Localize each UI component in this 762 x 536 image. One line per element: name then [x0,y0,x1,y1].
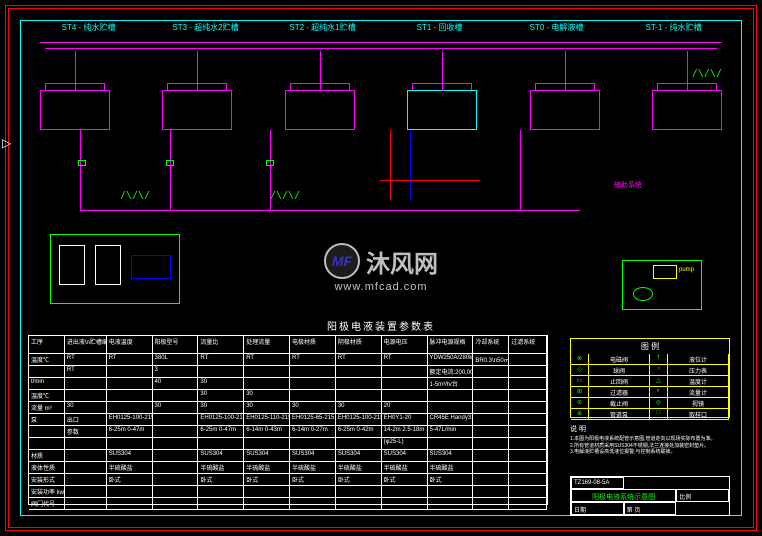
table-row: 泵出口EH0125-100-215EH0125-100-215EH0125-11… [29,414,547,426]
table-row: 阀门代号 [29,498,547,510]
legend-grid: ⊗电磁阀†液位计 ◇球阀○压力表 ▭止回阀△温度计 ⊞过滤器◐流量计 ⊘截止阀◎视镜 ⊕管… [571,354,729,420]
pump-body [653,265,677,279]
table-row: RT3额定电流:200,000mA/h [29,366,547,378]
pipe-v4 [390,130,391,200]
notes-title: 说 明 [570,425,730,434]
note-3: 3.电解液贮槽设高低液位报警,与控制系统联锁。 [570,449,730,456]
legend-label: 压力表 [668,365,729,376]
tb-sheet: 第 页 [624,502,677,515]
drawing-no: TZ169-08-5A [571,477,624,489]
table-row: 流量 m³30303030303020 [29,402,547,414]
table-row: 温度℃RTRT380LRTRTRTRTRTYDW250A/280kWBR0.3\… [29,354,547,366]
legend-symbol-icon: † [650,354,668,365]
table-title: 阳极电液装置参数表 [0,318,762,333]
break-line-1: /\/\/ [692,68,722,79]
legend-label: 视镜 [668,398,729,409]
legend-label: 球阀 [589,365,650,376]
table-row: 温度℃3030 [29,390,547,402]
legend-symbol-icon: ⊘ [571,398,589,409]
break-line-2: /\/\/ [120,190,150,201]
legend-symbol-icon: ◎ [650,398,668,409]
title-block: TZ169-08-5A 阳极电液系统示意图 比例 日期 第 页 [570,476,730,516]
st2-label: ST2 - 超纯水1贮槽 [264,22,381,36]
table-header: 工序 进出液\n贮槽编号 电液温度 阳极型号 流量比 处理流量 电极材质 阴极材… [29,336,547,354]
table-row: (φ25-L) [29,438,547,450]
legend-symbol-icon: ⊗ [571,354,589,365]
vessel-1 [59,245,85,285]
motor-icon [633,287,653,301]
main-bus-2 [45,48,717,49]
tank-st3 [162,90,232,130]
valve-2 [166,160,174,166]
legend-label: 液位计 [668,354,729,365]
parameter-table: 工序 进出液\n贮槽编号 电液温度 阳极型号 流量比 处理流量 电极材质 阴极材… [28,335,548,505]
legend-symbol-icon: ⊞ [571,387,589,398]
st1-label: ST1 - 回收槽 [381,22,498,36]
legend: 图 例 ⊗电磁阀†液位计 ◇球阀○压力表 ▭止回阀△温度计 ⊞过滤器◐流量计 ⊘截止阀◎… [570,338,730,418]
pipe-v2 [170,130,171,210]
legend-symbol-icon: ⊕ [571,409,589,420]
pipe-h2 [380,180,480,181]
aux-label: 辅助系统 [614,180,642,190]
pipe-v6 [520,130,521,210]
tank-st4 [40,90,110,130]
st4-label: ST4 - 纯水贮槽 [30,22,147,36]
table-row: t/min40301-5m³/h/台 [29,378,547,390]
legend-label: 取样口 [668,409,729,420]
legend-symbol-icon: ◇ [571,365,589,376]
table-row: 材质SUS304SUS304SUS304SUS304SUS304SUS304SU… [29,450,547,462]
legend-title: 图 例 [571,339,729,354]
tank-st0 [530,90,600,130]
pipe-v5 [410,130,411,200]
main-bus-1 [40,42,722,43]
valve-1 [78,160,86,166]
pump-label: pump [679,267,694,273]
hx-unit [131,255,171,279]
table-body: 温度℃RTRT380LRTRTRTRTRTYDW250A/280kWBR0.3\… [29,354,547,510]
legend-label: 止回阀 [589,376,650,387]
st0-label: ST0 - 电解液槽 [498,22,615,36]
table-row: 安装功率 kw [29,486,547,498]
legend-symbol-icon: △ [650,376,668,387]
st3-label: ST3 - 超纯水2贮槽 [147,22,264,36]
drawing-name: 阳极电液系统示意图 [571,489,676,502]
legend-label: 温度计 [668,376,729,387]
legend-symbol-icon: ▭ [571,376,589,387]
st-1-label: ST-1 - 纯水贮槽 [615,22,732,36]
legend-label: 截止阀 [589,398,650,409]
legend-label: 电磁阀 [589,354,650,365]
pipe-h1 [80,210,580,211]
equipment-group-left [50,234,180,304]
cad-cursor: ▷ [2,136,11,150]
pipe-v1 [80,130,81,210]
tb-date: 日期 [571,502,624,515]
legend-symbol-icon: □ [650,409,668,420]
vessel-2 [95,245,121,285]
pump-group: pump [622,260,702,310]
tank-st-1 [652,90,722,130]
tb-scale: 比例 [676,489,729,502]
notes: 说 明 1.本图为阳极电液系统配管示意图,管道走向以现场实际布置为准。 2.所有… [570,425,730,456]
station-header: ST4 - 纯水贮槽 ST3 - 超纯水2贮槽 ST2 - 超纯水1贮槽 ST1… [30,22,732,36]
legend-symbol-icon: ◐ [650,387,668,398]
tank-st2 [285,90,355,130]
legend-label: 过滤器 [589,387,650,398]
tank-st1 [407,90,477,130]
legend-label: 管道泵 [589,409,650,420]
legend-label: 流量计 [668,387,729,398]
note-1: 1.本图为阳极电液系统配管示意图,管道走向以现场实际布置为准。 [570,436,730,443]
table-row: 参数6-25m 0-47m6-25m 0-47m6-14m 0-43m6-14m… [29,426,547,438]
legend-symbol-icon: ○ [650,365,668,376]
table-row: 安装形式卧式卧式卧式卧式卧式卧式卧式 [29,474,547,486]
valve-3 [266,160,274,166]
table-row: 液体性质半硫酸盐半硫酸盐半硫酸盐半硫酸盐半硫酸盐半硫酸盐半硫酸盐 [29,462,547,474]
break-line-3: /\/\/ [270,190,300,201]
